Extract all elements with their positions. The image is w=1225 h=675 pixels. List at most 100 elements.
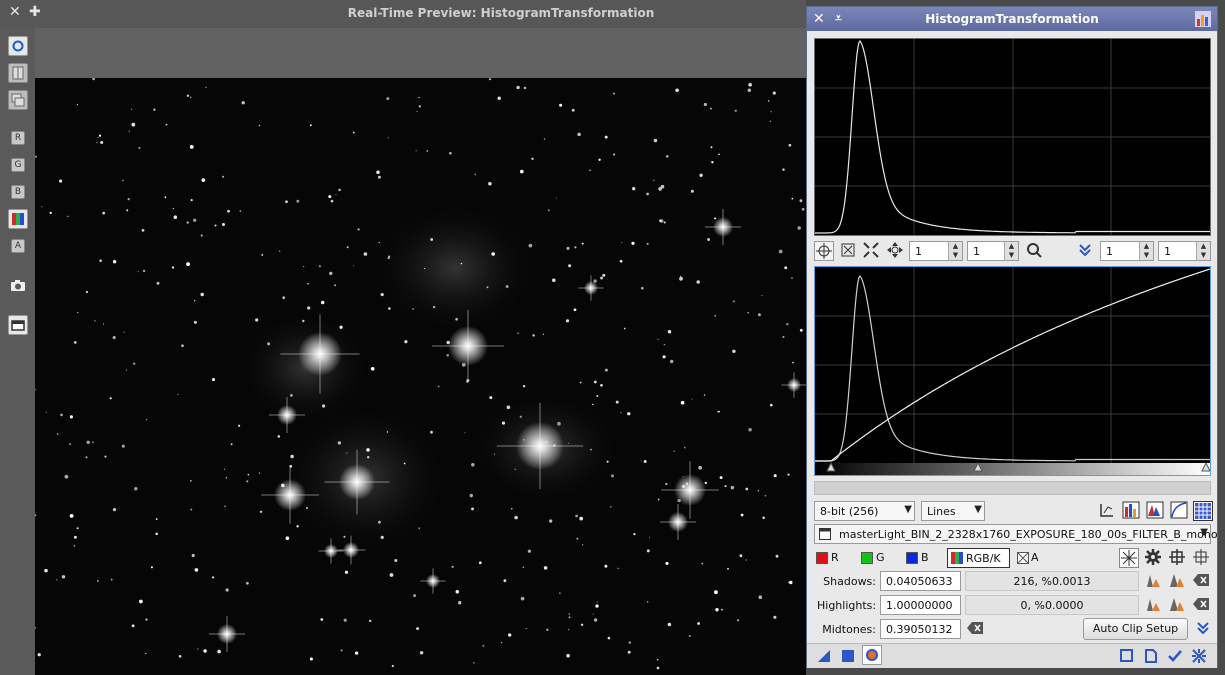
focus-button[interactable] [1191, 548, 1211, 568]
zoom-y-spinner[interactable]: 1 ▲ ▼ [967, 241, 1019, 261]
shadows-auto-button[interactable] [1167, 571, 1187, 591]
graph-style-select[interactable]: Lines ▼ [921, 501, 985, 521]
log-scale-button[interactable] [1097, 501, 1117, 521]
axis-icon [1100, 504, 1113, 517]
expand-graph-button[interactable] [1075, 241, 1095, 261]
gear-button[interactable] [1143, 548, 1163, 568]
preview-title-bar: ✕ ✚ Real-Time Preview: HistogramTransfor… [0, 0, 806, 28]
document-icon[interactable] [1143, 648, 1159, 664]
spinner-arrows-icon[interactable]: ▲ ▼ [1139, 242, 1153, 260]
rgb-icon [12, 213, 24, 225]
pan-button[interactable] [885, 241, 905, 261]
zoom-x-spinner[interactable]: 1 ▲ ▼ [909, 241, 963, 261]
zoom-fit-button[interactable] [838, 241, 858, 261]
preview-image[interactable] [35, 78, 806, 675]
reset-button[interactable] [8, 90, 28, 110]
histogram-dialog: ✕ ⩡ HistogramTransformation 1▲▼ 1▲▼ [806, 6, 1218, 668]
channel-g-button[interactable]: G [11, 158, 25, 172]
clip-high-icon [1147, 599, 1160, 611]
channel-a-checkbox[interactable] [1017, 552, 1029, 564]
new-instance-icon[interactable] [816, 648, 832, 664]
composite-histogram-icon [1146, 501, 1164, 519]
compare-button[interactable] [8, 63, 28, 83]
image-window-icon [819, 528, 831, 540]
spinner-arrows-icon[interactable]: ▲ ▼ [948, 242, 962, 260]
channel-b-checkbox[interactable] [906, 552, 918, 564]
channel-r-label: R [831, 551, 839, 564]
reset-icon[interactable] [1191, 648, 1207, 664]
midtones-reset-button[interactable] [965, 619, 985, 639]
crosshair-button[interactable] [814, 241, 834, 261]
new-window-button[interactable] [8, 315, 28, 335]
backspace-icon [1193, 598, 1209, 610]
shadows-reset-button[interactable] [1191, 571, 1211, 591]
real-time-toggle-button[interactable] [8, 36, 28, 56]
highlights-clipping-readout: 0, %0.0000 [965, 595, 1139, 615]
zoom-fit-icon [841, 243, 855, 257]
channel-b-label: B [921, 551, 929, 564]
highlights-reset-button[interactable] [1191, 595, 1211, 615]
midtones-label: Midtones: [822, 623, 876, 636]
collapse-parameters-button[interactable] [1193, 619, 1213, 639]
rgb-graph-button[interactable] [1121, 501, 1141, 521]
resolution-select[interactable]: 8-bit (256) ▼ [814, 501, 915, 521]
channel-rgbk-toggle[interactable]: RGB/K [947, 548, 1010, 568]
transfer-curve-panel[interactable] [814, 266, 1211, 476]
window-icon [11, 320, 25, 331]
grid-toggle-button[interactable] [1193, 501, 1213, 521]
dropdown-arrow-icon: ▼ [904, 504, 912, 515]
preview-window-icon[interactable] [1119, 648, 1135, 664]
backspace-icon [1193, 574, 1209, 586]
clip-low-icon [1147, 575, 1160, 587]
channel-b-button[interactable]: B [11, 185, 25, 199]
scrollbar[interactable] [814, 481, 1211, 495]
shadows-label: Shadows: [823, 575, 876, 588]
highlights-clip-button[interactable] [1144, 595, 1164, 615]
spinner-arrows-icon[interactable]: ▲ ▼ [1004, 242, 1018, 260]
shadows-clip-button[interactable] [1144, 571, 1164, 591]
apply-global-icon[interactable] [840, 648, 856, 664]
double-chevron-down-icon [1197, 622, 1209, 635]
auto-clip-setup-button[interactable]: Auto Clip Setup [1083, 618, 1188, 640]
channel-g-checkbox[interactable] [861, 552, 873, 564]
view-select[interactable]: masterLight_BIN_2_2328x1760_EXPOSURE_180… [814, 524, 1218, 544]
curve-icon [1170, 501, 1188, 519]
snapshot-button[interactable] [8, 276, 28, 296]
windows-icon [11, 93, 25, 107]
highlights-input[interactable]: 1.00000000 [880, 595, 961, 615]
spinner-arrows-icon[interactable]: ▲ ▼ [1196, 242, 1210, 260]
output-zoom-x-spinner[interactable]: 1 ▲ ▼ [1100, 241, 1154, 261]
grid-icon [1195, 503, 1211, 519]
crosshair-icon [1193, 549, 1209, 565]
real-time-preview-button[interactable] [862, 645, 882, 665]
readout-button[interactable] [1119, 548, 1139, 568]
output-zoom-y-spinner[interactable]: 1 ▲ ▼ [1158, 241, 1211, 261]
channel-a-button[interactable]: A [11, 239, 25, 253]
highlights-label: Highlights: [817, 599, 877, 612]
input-histogram-panel[interactable] [814, 38, 1211, 236]
process-icon [1195, 11, 1211, 27]
circle-icon [12, 40, 24, 52]
midtones-input[interactable]: 0.39050132 [880, 619, 961, 639]
rgb-icon [951, 552, 963, 564]
preview-toolbar: R G B A [0, 28, 35, 675]
zoom-out-button[interactable] [861, 241, 881, 261]
dropdown-arrow-icon: ▼ [1200, 527, 1208, 538]
curve-graph-button[interactable] [1169, 501, 1189, 521]
channel-g-label: G [876, 551, 885, 564]
split-view-icon [12, 66, 24, 80]
shadows-input[interactable]: 0.04050633 [880, 571, 961, 591]
composite-graph-button[interactable] [1145, 501, 1165, 521]
zoom-tool-button[interactable] [1024, 241, 1044, 261]
magnifier-icon [1027, 243, 1042, 258]
checkmark-icon[interactable] [1167, 648, 1183, 664]
preview-canvas-margin [35, 28, 806, 78]
highlights-auto-button[interactable] [1167, 595, 1187, 615]
channel-r-button[interactable]: R [11, 131, 25, 145]
center-button[interactable] [1167, 548, 1187, 568]
move-icon [887, 242, 903, 258]
rgb-histogram-icon [1122, 501, 1140, 519]
target-icon [1169, 549, 1185, 565]
channel-r-checkbox[interactable] [816, 552, 828, 564]
channel-rgb-button[interactable] [8, 209, 28, 229]
